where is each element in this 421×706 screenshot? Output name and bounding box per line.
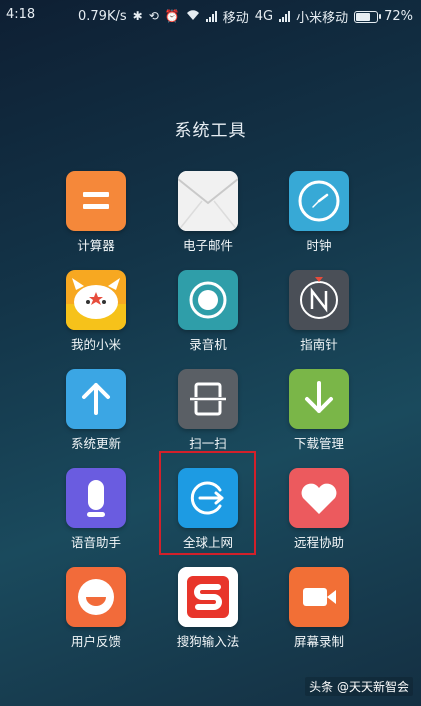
rotation-lock-icon: ⟲	[148, 9, 159, 23]
status-bar: 4:18 0.79K/s ✱ ⟲ ⏰ 移动 4G 小米移动 72%	[0, 0, 421, 30]
app-label: 下载管理	[293, 436, 344, 451]
app-remote-assist[interactable]: 远程协助	[269, 468, 369, 551]
app-label: 系统更新	[70, 436, 121, 451]
app-label: 录音机	[189, 337, 227, 352]
signal-icon-1	[205, 11, 217, 22]
record-icon	[178, 270, 238, 330]
app-download-manager[interactable]: 下载管理	[269, 369, 369, 452]
app-my-xiaomi[interactable]: 我的小米	[46, 270, 146, 353]
app-system-update[interactable]: 系统更新	[46, 369, 146, 452]
app-recorder[interactable]: 录音机	[158, 270, 258, 353]
app-clock[interactable]: 时钟	[269, 171, 369, 254]
app-label: 用户反馈	[70, 634, 121, 649]
sogou-s-icon	[178, 567, 238, 627]
carrier-1: 移动	[222, 11, 249, 26]
heart-icon	[289, 468, 349, 528]
app-calculator[interactable]: 计算器	[46, 171, 146, 254]
app-label: 扫一扫	[189, 436, 227, 451]
clock-icon	[289, 171, 349, 231]
app-label: 远程协助	[293, 535, 344, 550]
app-screen-recorder[interactable]: 屏幕录制	[269, 567, 369, 650]
signal-icon-2	[279, 11, 291, 22]
app-label: 搜狗输入法	[176, 634, 240, 649]
compass-icon	[289, 270, 349, 330]
bluetooth-icon: ✱	[132, 9, 143, 23]
arrow-down-icon	[289, 369, 349, 429]
watermark: 头条 @天天新智会	[305, 677, 413, 696]
battery-icon	[354, 10, 382, 23]
app-voice-assistant[interactable]: 语音助手	[46, 468, 146, 551]
email-icon	[178, 171, 238, 231]
calculator-icon	[66, 171, 126, 231]
folder-title: 系统工具	[174, 121, 247, 141]
smile-icon	[66, 567, 126, 627]
wifi-icon	[186, 9, 200, 24]
app-compass[interactable]: 指南针	[269, 270, 369, 353]
battery-percent: 72%	[384, 9, 413, 24]
app-label: 电子邮件	[182, 238, 233, 253]
app-label: 计算器	[77, 238, 115, 253]
app-label: 语音助手	[70, 535, 121, 550]
alarm-icon: ⏰	[164, 9, 180, 23]
mi-bunny-icon	[66, 270, 126, 330]
app-feedback[interactable]: 用户反馈	[46, 567, 146, 650]
app-label: 指南针	[300, 337, 338, 352]
app-label: 我的小米	[70, 337, 121, 352]
video-camera-icon	[289, 567, 349, 627]
scan-icon	[178, 369, 238, 429]
carrier-2: 小米移动	[296, 11, 349, 26]
status-time: 4:18	[6, 7, 36, 22]
arrow-up-icon	[66, 369, 126, 429]
microphone-icon	[66, 468, 126, 528]
network-type: 4G	[254, 9, 274, 24]
app-scanner[interactable]: 扫一扫	[158, 369, 258, 452]
highlight-frame	[159, 451, 256, 555]
app-sogou-input[interactable]: 搜狗输入法	[158, 567, 258, 650]
app-email[interactable]: 电子邮件	[158, 171, 258, 254]
network-speed: 0.79K/s	[78, 9, 127, 24]
app-label: 屏幕录制	[293, 634, 344, 649]
app-label: 时钟	[306, 238, 332, 253]
